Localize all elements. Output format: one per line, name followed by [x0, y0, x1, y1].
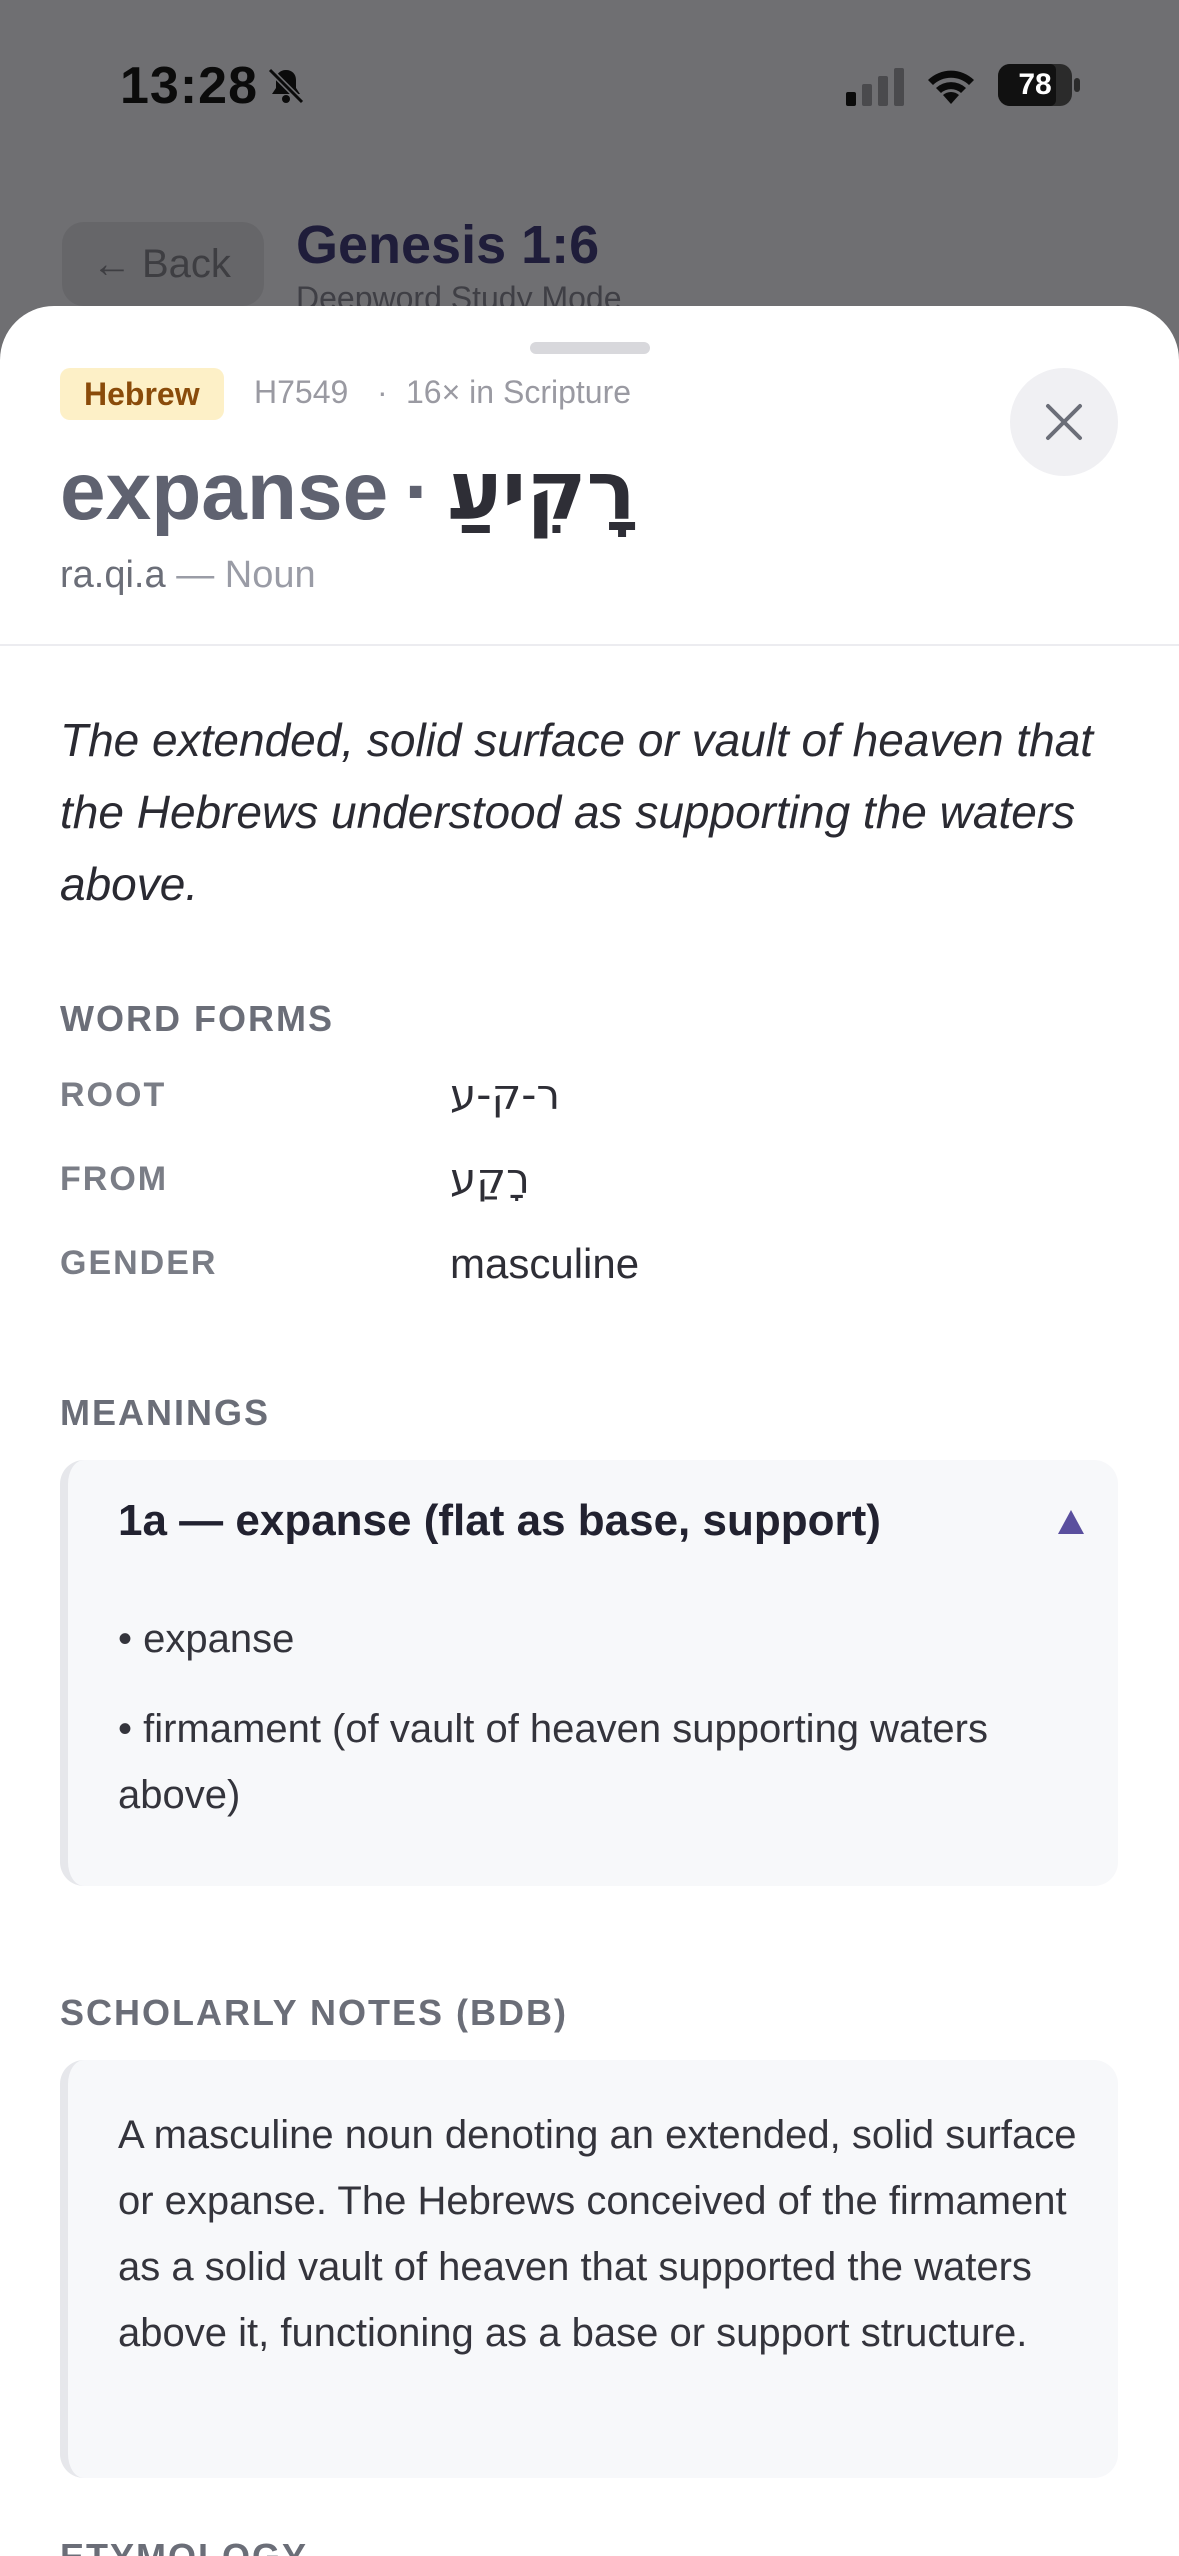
back-label: Back	[142, 242, 231, 286]
header-divider	[0, 644, 1179, 646]
headword-hebrew: רָקִיעַ	[447, 444, 636, 539]
meanings-title: MEANINGS	[60, 1392, 271, 1433]
form-label-root: ROOT	[60, 1076, 167, 1114]
headword-separator: ·	[404, 446, 432, 537]
scholarly-notes-title: SCHOLARLY NOTES (BDB)	[60, 1992, 569, 2033]
sheet-grabber[interactable]	[530, 342, 650, 354]
collapse-triangle-icon[interactable]	[1058, 1510, 1084, 1534]
form-label-from: FROM	[60, 1160, 169, 1198]
battery-percent: 78	[1018, 68, 1052, 101]
word-detail-sheet: Hebrew H7549 · 16× in Scripture expanse ·…	[0, 306, 1179, 2556]
language-badge: Hebrew	[60, 368, 224, 420]
close-icon	[1046, 404, 1082, 440]
transliteration-line: ra.qi.a — Noun	[60, 554, 316, 597]
word-forms-title: WORD FORMS	[60, 998, 334, 1039]
status-time: 13:28	[120, 57, 258, 115]
meaning-bullet: • firmament (of vault of heaven supporti…	[118, 1707, 988, 1817]
status-bar: 13:28 78	[0, 0, 1179, 170]
form-value-gender: masculine	[450, 1240, 640, 1287]
meta-separator: ·	[377, 374, 388, 410]
arrow-left-icon: ←	[92, 242, 132, 286]
wifi-icon	[928, 70, 974, 104]
battery-indicator: 78	[998, 64, 1080, 106]
headword-english: expanse	[60, 446, 389, 537]
headword: expanse · רָקִיעַ	[60, 444, 636, 539]
scholarly-notes-text: A masculine noun denoting an extended, s…	[118, 2113, 1077, 2355]
form-value-from: רָקַע	[450, 1154, 530, 1203]
form-value-root: ר-ק-ע	[450, 1070, 561, 1119]
back-button[interactable]: ← Back	[62, 222, 264, 306]
etymology-title: ETYMOLOGY	[60, 2536, 308, 2556]
bell-muted-icon	[267, 67, 305, 105]
page-title: Genesis 1:6	[296, 215, 600, 275]
strongs-number: H7549	[254, 374, 349, 410]
part-of-speech: — Noun	[176, 554, 316, 596]
form-label-gender: GENDER	[60, 1244, 218, 1282]
cellular-signal-icon	[846, 68, 904, 106]
transliteration: ra.qi.a	[60, 554, 166, 596]
meaning-bullet: • expanse	[118, 1617, 295, 1661]
definition-text: The extended, solid surface or vault of …	[60, 714, 1094, 910]
scholarly-notes-card: A masculine noun denoting an extended, s…	[60, 2060, 1118, 2478]
meaning-heading: 1a — expanse (flat as base, support)	[118, 1496, 881, 1545]
close-button[interactable]	[1010, 368, 1118, 476]
occurrence-count: 16× in Scripture	[406, 374, 632, 410]
meaning-card[interactable]: 1a — expanse (flat as base, support) • e…	[60, 1460, 1118, 1886]
